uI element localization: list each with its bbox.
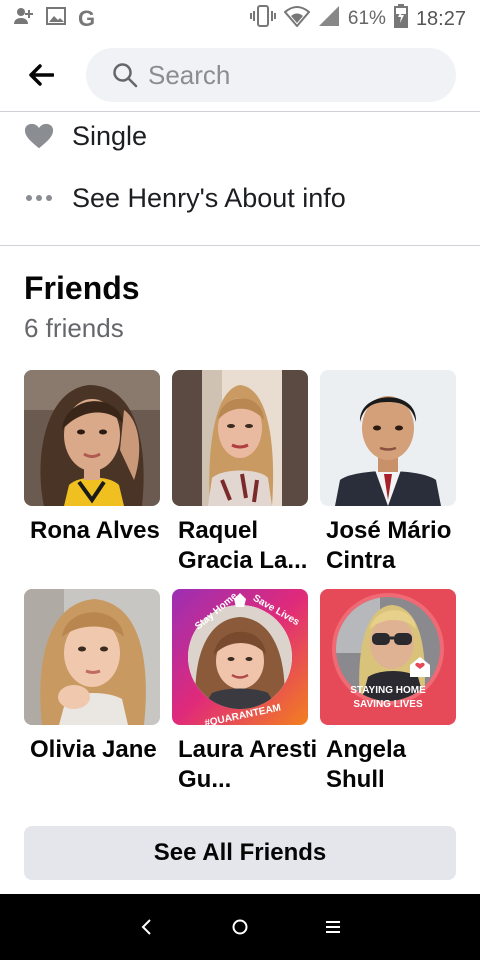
friend-card[interactable]: Olivia Jane (24, 589, 160, 765)
section-divider (0, 245, 480, 246)
photo-caption-line2: SAVING LIVES (353, 699, 423, 710)
relationship-status: Single (72, 120, 148, 151)
friend-photo[interactable] (24, 370, 160, 506)
friend-photo[interactable]: STAYING HOME SAVING LIVES (320, 589, 456, 725)
nav-back-button[interactable] (117, 897, 177, 957)
friend-photo[interactable] (24, 589, 160, 725)
see-about-row[interactable]: See Henry's About info (0, 170, 480, 226)
wifi-icon (283, 5, 311, 33)
nav-recents-icon (326, 921, 341, 933)
friend-photo[interactable]: Stay Home Save Lives #QUARANTEAM (172, 589, 308, 725)
system-nav-bar (0, 894, 480, 960)
back-arrow-icon (29, 63, 54, 86)
friend-card[interactable]: Rona Alves (24, 370, 160, 546)
more-dots-icon (24, 194, 54, 202)
image-icon (46, 7, 66, 31)
battery-icon (393, 4, 408, 34)
friend-photo[interactable] (172, 370, 308, 506)
clock: 18:27 (415, 7, 466, 30)
status-bar: G 61% 18:27 (0, 0, 480, 38)
nav-back-icon (141, 919, 151, 935)
friend-name[interactable]: Rona Alves (24, 516, 174, 546)
friend-card[interactable]: STAYING HOME SAVING LIVES Angela Shull (320, 589, 456, 795)
see-all-friends-button[interactable]: See All Friends (24, 826, 456, 880)
google-icon: G (78, 6, 96, 31)
see-about-link[interactable]: See Henry's About info (72, 183, 346, 214)
battery-percent: 61% (347, 8, 386, 29)
friend-name[interactable]: Raquel Gracia La... (172, 516, 322, 576)
relationship-row: Single (0, 108, 480, 164)
signal-icon (318, 5, 340, 33)
search-bar[interactable] (86, 48, 456, 102)
friend-card[interactable]: Raquel Gracia La... (172, 370, 308, 576)
friend-name[interactable]: Laura Aresti Gu... (172, 735, 322, 795)
friend-name[interactable]: José Mário Cintra (320, 516, 470, 576)
friend-card[interactable]: José Mário Cintra (320, 370, 456, 576)
photo-caption-line1: STAYING HOME (350, 685, 426, 696)
friend-card[interactable]: Stay Home Save Lives #QUARANTEAM Laura A… (172, 589, 317, 795)
heart-icon (24, 122, 54, 150)
nav-home-button[interactable] (210, 897, 270, 957)
person-add-icon (14, 7, 34, 31)
search-icon (113, 63, 138, 88)
friends-count: 6 friends (24, 313, 124, 343)
nav-recents-button[interactable] (303, 897, 363, 957)
top-bar (0, 38, 480, 112)
search-input[interactable] (148, 59, 428, 91)
back-button[interactable] (8, 42, 74, 108)
friend-name[interactable]: Angela Shull (320, 735, 470, 795)
friends-title: Friends (24, 270, 140, 306)
friend-photo[interactable] (320, 370, 456, 506)
vibrate-icon (249, 5, 276, 33)
friend-name[interactable]: Olivia Jane (24, 735, 174, 765)
nav-home-icon (232, 919, 248, 935)
